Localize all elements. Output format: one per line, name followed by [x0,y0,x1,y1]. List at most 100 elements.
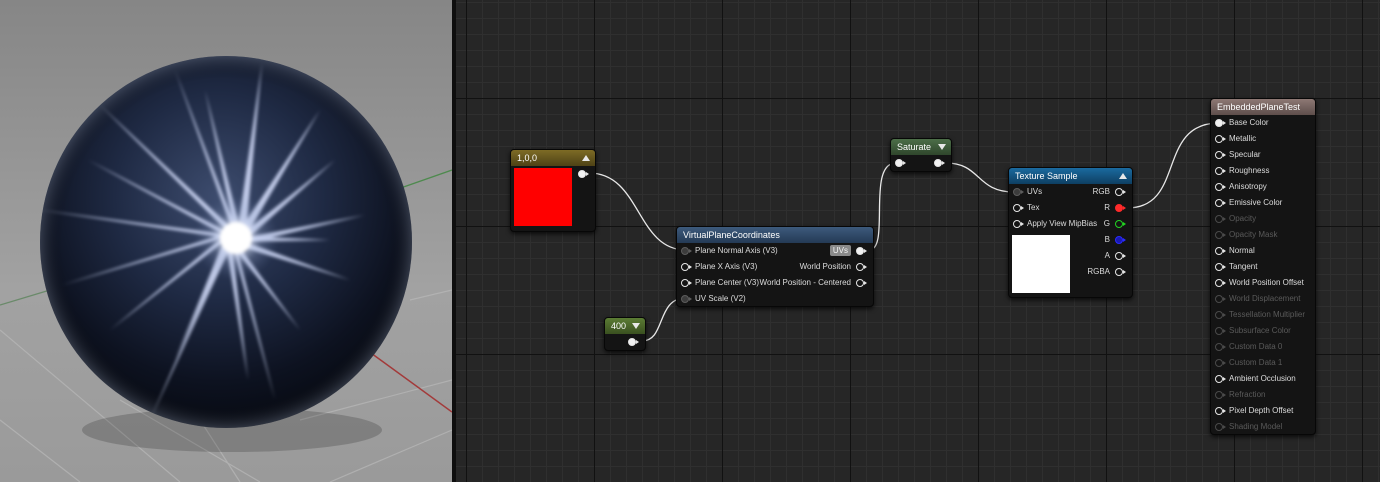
scalar-node-header[interactable]: 400 [605,318,645,334]
output-pin-icon[interactable] [1115,188,1126,196]
input-pin-icon[interactable] [1215,199,1226,207]
output-pin-icon[interactable] [628,337,639,346]
input-pin-icon [1215,343,1226,351]
output-pin-icon[interactable] [1115,236,1126,244]
viewport-scene [0,56,452,482]
result-pin-custom-data-1: Custom Data 1 [1215,355,1282,371]
output-pin-icon[interactable] [1115,252,1126,260]
world-position-pin[interactable]: World Position [800,259,867,275]
result-pin-roughness[interactable]: Roughness [1215,163,1269,179]
input-pin-icon [1215,295,1226,303]
output-pin-icon[interactable] [856,279,867,287]
input-pin-icon[interactable] [681,295,692,303]
collapse-arrow-icon[interactable] [1119,173,1127,179]
saturate-input-pin[interactable] [895,155,909,171]
result-pin-opacity-mask: Opacity Mask [1215,227,1277,243]
output-pin-icon[interactable] [1115,220,1126,228]
input-pin-icon[interactable] [1215,167,1226,175]
plane-normal-axis-pin[interactable]: Plane Normal Axis (V3) [681,243,778,259]
input-pin-icon[interactable] [1013,188,1024,196]
result-pin-pixel-depth-offset[interactable]: Pixel Depth Offset [1215,403,1293,419]
saturate-node-header[interactable]: Saturate [891,139,951,155]
input-pin-icon [1215,215,1226,223]
texture-sample-node[interactable]: Texture Sample UVs Tex Apply View MipBia… [1008,167,1133,298]
saturate-title: Saturate [897,142,932,152]
texture-sample-title: Texture Sample [1015,171,1078,181]
g-output-pin[interactable]: G [1104,216,1126,232]
output-pin-icon[interactable] [578,169,589,178]
input-pin-icon [1215,231,1226,239]
result-pin-world-position-offset[interactable]: World Position Offset [1215,275,1304,291]
rgb-output-pin[interactable]: RGB [1093,184,1126,200]
result-pin-base-color[interactable]: Base Color [1215,115,1269,131]
result-node-header[interactable]: EmbeddedPlaneTest [1211,99,1315,115]
result-pin-refraction: Refraction [1215,387,1265,403]
result-pin-tangent[interactable]: Tangent [1215,259,1257,275]
collapse-arrow-icon[interactable] [632,323,640,329]
world-position-centered-pin[interactable]: World Position - Centered [760,275,867,291]
result-pin-world-displacement: World Displacement [1215,291,1300,307]
wire-constant-to-plane-normal [588,172,687,251]
virtual-plane-header[interactable]: VirtualPlaneCoordinates [677,227,873,243]
saturate-output-pin[interactable] [929,155,945,171]
texture-uvs-pin[interactable]: UVs [1013,184,1042,200]
result-pin-normal[interactable]: Normal [1215,243,1255,259]
scalar-output-pin[interactable] [623,334,639,350]
input-pin-icon[interactable] [681,247,692,255]
uv-scale-pin[interactable]: UV Scale (V2) [681,291,746,307]
output-pin-icon[interactable] [1115,204,1126,212]
result-pin-specular[interactable]: Specular [1215,147,1261,163]
material-result-node[interactable]: EmbeddedPlaneTest Base Color Metallic Spec… [1210,98,1316,435]
result-pin-metallic[interactable]: Metallic [1215,131,1256,147]
virtual-plane-title: VirtualPlaneCoordinates [683,230,780,240]
input-pin-icon[interactable] [1215,407,1226,415]
collapse-arrow-icon[interactable] [938,144,946,150]
plane-center-pin[interactable]: Plane Center (V3) [681,275,759,291]
input-pin-icon[interactable] [1215,119,1226,127]
result-pin-ambient-occlusion[interactable]: Ambient Occlusion [1215,371,1296,387]
output-pin-icon[interactable] [856,263,867,271]
texture-tex-pin[interactable]: Tex [1013,200,1039,216]
input-pin-icon[interactable] [681,263,692,271]
input-pin-icon[interactable] [1215,135,1226,143]
result-pin-emissive-color[interactable]: Emissive Color [1215,195,1282,211]
input-pin-icon [1215,423,1226,431]
plane-x-axis-pin[interactable]: Plane X Axis (V3) [681,259,757,275]
output-pin-icon[interactable] [856,246,867,255]
apply-view-mipbias-pin[interactable]: Apply View MipBias [1013,216,1097,232]
input-pin-icon[interactable] [1013,204,1024,212]
wire-r-to-base-color [1126,122,1220,209]
input-pin-icon[interactable] [1215,183,1226,191]
texture-sample-header[interactable]: Texture Sample [1009,168,1132,184]
b-output-pin[interactable]: B [1105,232,1126,248]
virtual-plane-coordinates-node[interactable]: VirtualPlaneCoordinates Plane Normal Axi… [676,226,874,307]
output-pin-icon[interactable] [934,158,945,167]
input-pin-icon[interactable] [1215,279,1226,287]
result-pin-opacity: Opacity [1215,211,1256,227]
input-pin-icon [1215,311,1226,319]
input-pin-icon[interactable] [895,158,906,167]
rgba-output-pin[interactable]: RGBA [1087,264,1126,280]
r-output-pin[interactable]: R [1104,200,1126,216]
input-pin-icon[interactable] [1013,220,1024,228]
uvs-output-pin[interactable]: UVs [829,243,867,259]
input-pin-icon [1215,359,1226,367]
constant3-node-header[interactable]: 1,0,0 [511,150,595,166]
a-output-pin[interactable]: A [1105,248,1126,264]
preview-viewport[interactable] [0,0,452,482]
result-pin-anisotropy[interactable]: Anisotropy [1215,179,1267,195]
constant3-output-pin[interactable] [573,166,589,182]
wire-saturate-to-texture-uvs [945,162,1015,193]
collapse-arrow-icon[interactable] [582,155,590,161]
output-pin-icon[interactable] [1115,268,1126,276]
input-pin-icon[interactable] [1215,151,1226,159]
saturate-node[interactable]: Saturate [890,138,952,172]
input-pin-icon[interactable] [1215,375,1226,383]
input-pin-icon[interactable] [681,279,692,287]
scalar-node[interactable]: 400 [604,317,646,351]
material-graph[interactable]: 1,0,0 400 VirtualPlaneCoordinates Plane … [456,0,1380,482]
input-pin-icon [1215,327,1226,335]
constant3-node[interactable]: 1,0,0 [510,149,596,232]
input-pin-icon[interactable] [1215,247,1226,255]
input-pin-icon[interactable] [1215,263,1226,271]
